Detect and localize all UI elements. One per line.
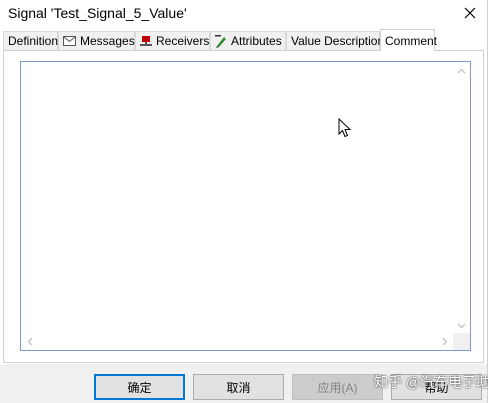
tab-label: Attributes <box>231 34 282 48</box>
close-button[interactable] <box>454 0 486 26</box>
tab-receivers[interactable]: Receivers <box>135 31 210 50</box>
mouse-pointer-icon <box>338 118 352 138</box>
chevron-left-icon <box>27 337 32 346</box>
chevron-down-icon <box>457 323 466 328</box>
tab-label: Value Descriptions <box>291 34 391 48</box>
envelope-icon <box>63 36 76 46</box>
chevron-right-icon <box>442 337 447 346</box>
tab-label: Definition <box>8 34 59 48</box>
tab-messages[interactable]: Messages <box>58 31 135 50</box>
scroll-up-button[interactable] <box>453 62 470 79</box>
tab-strip: Definition Messages Receivers Attributes… <box>3 29 485 51</box>
tab-definition[interactable]: Definition <box>3 31 58 50</box>
scroll-left-button[interactable] <box>21 333 38 350</box>
signal-dialog: Signal 'Test_Signal_5_Value' Definition … <box>0 0 488 403</box>
tab-label: Messages <box>80 34 135 48</box>
tab-value-descriptions[interactable]: Value Descriptions <box>286 31 390 50</box>
scrollbar-corner <box>453 333 470 350</box>
comment-textarea[interactable] <box>20 61 471 351</box>
tab-panel-comment <box>3 50 484 363</box>
ok-button[interactable]: 确定 <box>94 374 185 400</box>
apply-button[interactable]: 应用(A) <box>292 374 383 400</box>
scroll-right-button[interactable] <box>436 333 453 350</box>
scroll-down-button[interactable] <box>453 317 470 334</box>
horizontal-scrollbar[interactable] <box>21 333 453 350</box>
window-title: Signal 'Test_Signal_5_Value' <box>8 5 187 21</box>
chevron-up-icon <box>457 68 466 73</box>
close-icon <box>464 7 476 19</box>
attribute-pen-icon <box>215 34 227 48</box>
watermark: 知乎 @汽车电子助手 <box>374 374 488 390</box>
tab-comment[interactable]: Comment <box>380 29 438 51</box>
tab-label: Receivers <box>156 34 210 48</box>
tab-label: Comment <box>385 33 438 48</box>
title-bar: Signal 'Test_Signal_5_Value' <box>0 0 487 28</box>
tab-attributes[interactable]: Attributes <box>210 31 286 50</box>
cancel-button[interactable]: 取消 <box>193 374 284 400</box>
receiver-node-icon <box>140 35 152 47</box>
vertical-scrollbar[interactable] <box>453 62 470 334</box>
